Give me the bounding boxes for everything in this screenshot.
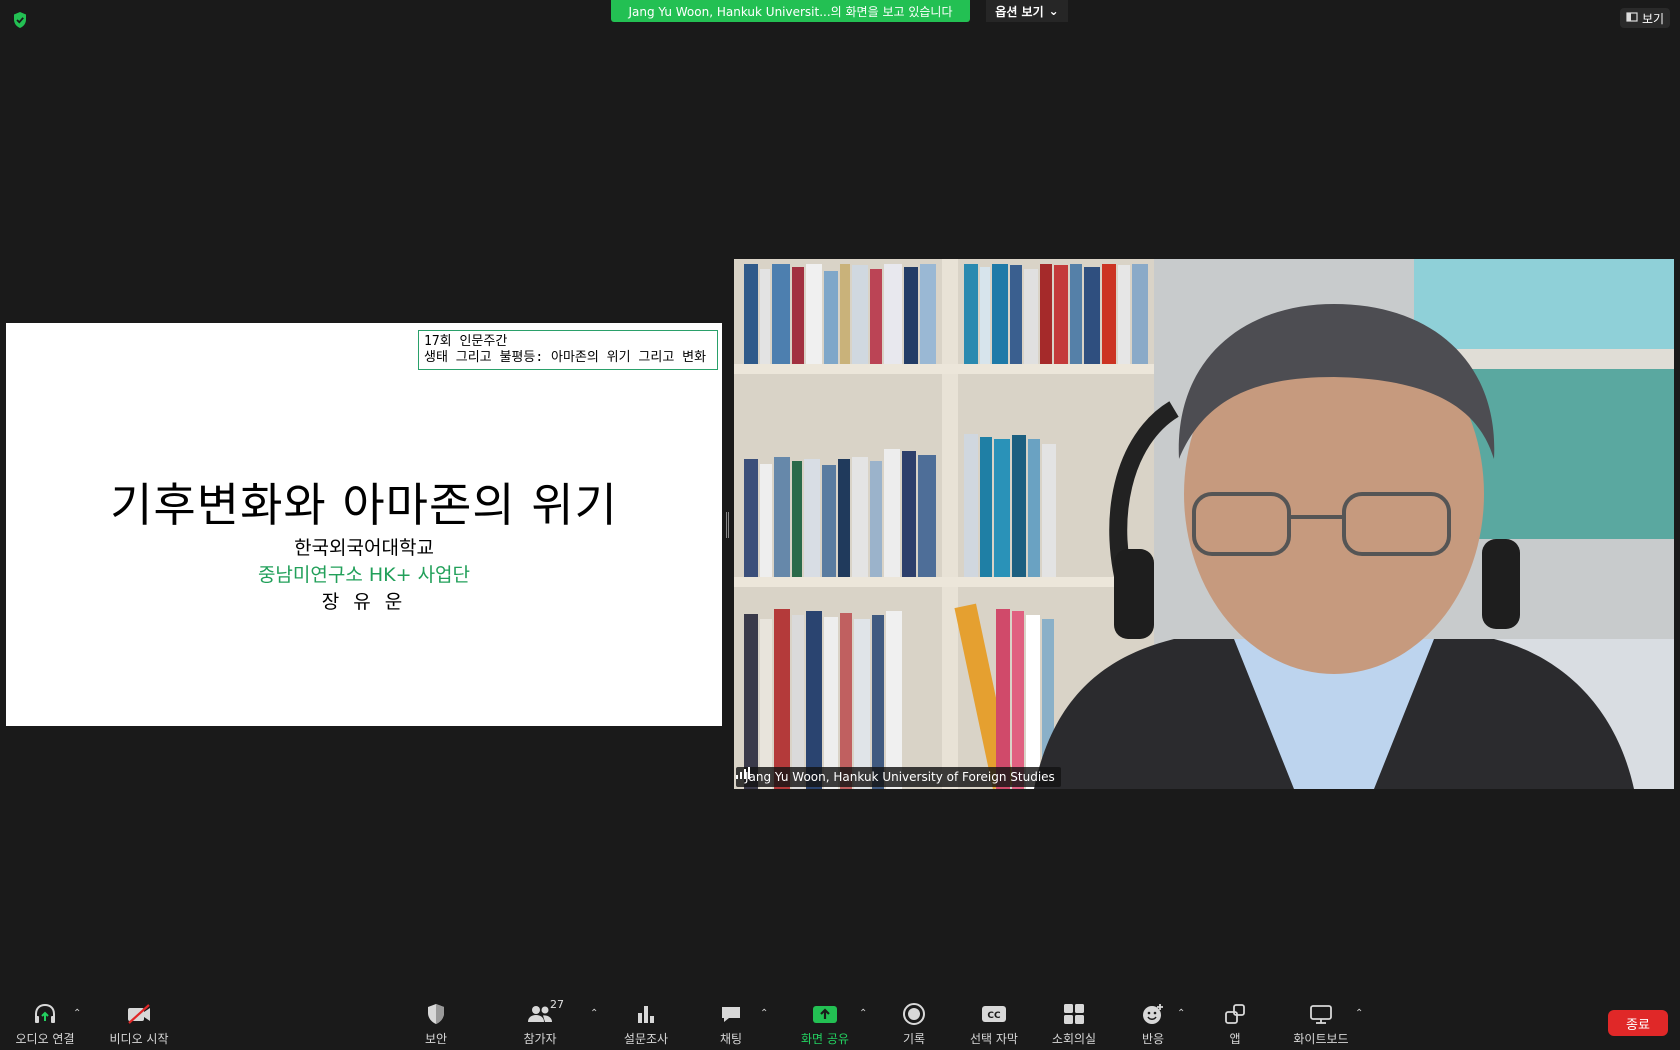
whiteboard-label: 화이트보드 bbox=[1293, 1032, 1349, 1046]
reactions-label: 반응 bbox=[1141, 1032, 1165, 1046]
captions-label: 선택 자막 bbox=[970, 1032, 1018, 1046]
slide-presenter: 장 유 운 bbox=[321, 591, 407, 613]
chat-button[interactable]: 채팅 bbox=[701, 1000, 761, 1048]
end-meeting-button[interactable]: 종료 bbox=[1608, 1010, 1668, 1036]
apps-button[interactable]: 앱 bbox=[1215, 1000, 1255, 1048]
share-screen-label: 화면 공유 bbox=[801, 1032, 849, 1046]
share-screen-button[interactable]: 화면 공유 bbox=[794, 1000, 856, 1048]
record-label: 기록 bbox=[902, 1032, 926, 1046]
smiley-icon bbox=[1141, 1000, 1165, 1028]
security-label: 보안 bbox=[424, 1032, 448, 1046]
slide-box-line1: 17회 인문주간 bbox=[424, 334, 508, 349]
whiteboard-icon bbox=[1309, 1000, 1333, 1028]
participant-name-tag: Jang Yu Woon, Hankuk University of Forei… bbox=[736, 767, 1061, 787]
share-screen-icon bbox=[811, 1000, 839, 1028]
chat-label: 채팅 bbox=[719, 1032, 743, 1046]
participants-label: 참가자 bbox=[523, 1032, 557, 1046]
participants-button[interactable]: 27 참가자 bbox=[510, 998, 570, 1048]
security-button[interactable]: 보안 bbox=[406, 1000, 466, 1048]
apps-label: 앱 bbox=[1229, 1032, 1241, 1046]
headphones-icon bbox=[32, 1000, 58, 1028]
video-button[interactable]: 비디오 시작 bbox=[102, 1000, 176, 1048]
whiteboard-caret-icon[interactable]: ⌃ bbox=[1355, 1008, 1363, 1019]
audio-label: 오디오 연결 bbox=[15, 1032, 75, 1046]
apps-icon bbox=[1224, 1000, 1246, 1028]
chat-caret-icon[interactable]: ⌃ bbox=[760, 1008, 768, 1019]
shield-icon bbox=[425, 1000, 447, 1028]
slide-header-box: 17회 인문주간 생태 그리고 불평등: 아마존의 위기 그리고 변화 bbox=[418, 330, 718, 370]
view-button[interactable]: 보기 bbox=[1620, 8, 1670, 28]
grid-icon bbox=[1063, 1000, 1085, 1028]
reactions-button[interactable]: 반응 bbox=[1128, 1000, 1178, 1048]
cc-icon: CC bbox=[981, 1000, 1007, 1028]
speaker-video[interactable]: Jang Yu Woon, Hankuk University of Forei… bbox=[734, 259, 1674, 789]
share-caret-icon[interactable]: ⌃ bbox=[859, 1008, 867, 1019]
slide-institute: 중남미연구소 HK+ 사업단 bbox=[257, 564, 471, 586]
security-shield-icon[interactable] bbox=[12, 11, 28, 29]
chevron-down-icon: ⌄ bbox=[1048, 4, 1059, 18]
audio-caret-icon[interactable]: ⌃ bbox=[73, 1008, 81, 1019]
viewing-share-banner: Jang Yu Woon, Hankuk Universit...의 화면을 보… bbox=[611, 0, 970, 22]
shared-screen-slide: 17회 인문주간 생태 그리고 불평등: 아마존의 위기 그리고 변화 기후변화… bbox=[6, 323, 722, 726]
audio-button[interactable]: 오디오 연결 bbox=[8, 1000, 82, 1048]
view-options-button[interactable]: 옵션 보기 ⌄ bbox=[986, 0, 1068, 22]
split-resize-handle[interactable] bbox=[726, 512, 729, 538]
breakout-rooms-button[interactable]: 소회의실 bbox=[1043, 1000, 1105, 1048]
polls-label: 설문조사 bbox=[623, 1032, 669, 1046]
chat-bubble-icon bbox=[719, 1000, 743, 1028]
record-icon bbox=[902, 1000, 926, 1028]
video-frame-illustration bbox=[734, 259, 1674, 789]
participants-count: 27 bbox=[550, 998, 564, 1011]
view-options-label: 옵션 보기 bbox=[995, 4, 1044, 19]
view-layout-icon bbox=[1626, 11, 1638, 26]
slide-box-line2: 생태 그리고 불평등: 아마존의 위기 그리고 변화 bbox=[424, 350, 707, 365]
svg-text:CC: CC bbox=[987, 1011, 1001, 1021]
slide-title: 기후변화와 아마존의 위기 bbox=[110, 478, 618, 532]
polls-button[interactable]: 설문조사 bbox=[616, 1000, 676, 1048]
slide-university: 한국외국어대학교 bbox=[294, 537, 434, 559]
record-button[interactable]: 기록 bbox=[884, 1000, 944, 1048]
whiteboard-button[interactable]: 화이트보드 bbox=[1286, 1000, 1356, 1048]
video-label: 비디오 시작 bbox=[109, 1032, 169, 1046]
reactions-caret-icon[interactable]: ⌃ bbox=[1177, 1008, 1185, 1019]
video-off-icon bbox=[125, 1000, 153, 1028]
captions-button[interactable]: CC 선택 자막 bbox=[962, 1000, 1026, 1048]
participants-caret-icon[interactable]: ⌃ bbox=[590, 1008, 598, 1019]
people-icon: 27 bbox=[526, 998, 564, 1028]
bar-chart-icon bbox=[635, 1000, 657, 1028]
participant-name: Jang Yu Woon, Hankuk University of Forei… bbox=[745, 770, 1055, 784]
view-button-label: 보기 bbox=[1641, 11, 1665, 26]
breakout-rooms-label: 소회의실 bbox=[1051, 1032, 1097, 1046]
